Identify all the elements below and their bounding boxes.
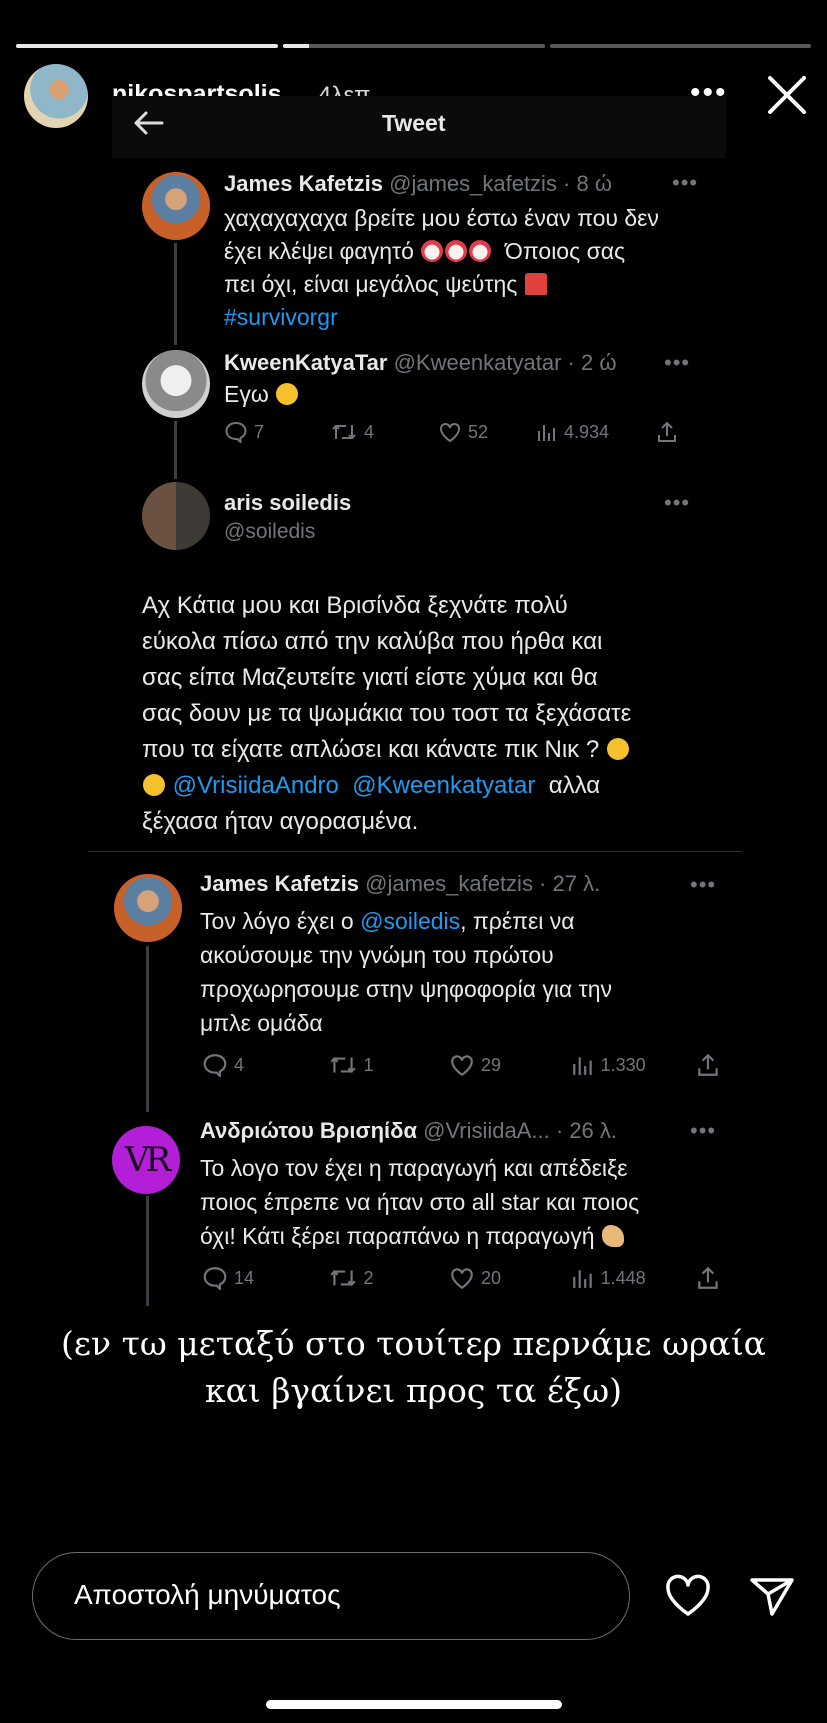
home-indicator	[266, 1700, 562, 1709]
tweet-more-icon: •••	[664, 490, 691, 515]
tweet-author: James Kafetzis @james_kafetzis · 27 λ.	[200, 871, 601, 896]
retweet-action: 2	[328, 1266, 450, 1290]
retweet-icon	[332, 424, 356, 440]
message-placeholder: Αποστολή μηνύματος	[74, 1579, 341, 1610]
tweet-author: KweenKatyaTar @Kweenkatyatar · 2 ώ	[224, 350, 617, 375]
send-icon[interactable]	[748, 1574, 796, 1618]
story-caption: (εν τω μεταξύ στο τουίτερ περνάμε ωραία …	[61, 1324, 766, 1410]
views-icon	[538, 425, 555, 441]
divider	[88, 851, 742, 852]
tweet-text: χαχαχαχαχα βρείτε μου έστω έναν που δεν …	[224, 205, 659, 330]
reply-icon	[203, 1054, 227, 1077]
tweet-author: Ανδριώτου Βρισηίδα @VrisiidaA... · 26 λ.	[200, 1118, 618, 1143]
retweet-icon	[329, 1057, 356, 1073]
clown-emoji-icon	[421, 240, 444, 262]
laughing-emoji-icon	[143, 774, 165, 796]
share-icon	[698, 1266, 718, 1289]
tweet-more-icon: •••	[672, 170, 699, 195]
tweet-more-icon: •••	[664, 350, 691, 375]
laughing-emoji-icon	[606, 738, 629, 760]
smirk-emoji-icon	[276, 383, 299, 405]
thread-line	[174, 243, 177, 345]
thread-line	[174, 421, 177, 479]
tweet-more-icon: •••	[690, 1118, 717, 1143]
avatar	[114, 874, 182, 942]
story-progress-1	[16, 44, 278, 48]
back-arrow-icon	[134, 111, 164, 135]
reply-icon	[203, 1267, 227, 1290]
reply-action: 14	[202, 1266, 328, 1290]
reply-action: 7	[224, 421, 330, 443]
retweet-icon	[329, 1270, 356, 1286]
tweet-text: Το λογο τον έχει η παραγωγή και απέδειξε…	[200, 1155, 640, 1249]
tweet-actions: 7 4 52 4.934	[224, 420, 684, 444]
share-icon	[658, 421, 676, 442]
story-avatar[interactable]	[24, 64, 88, 128]
tweet-handle: @soiledis	[224, 520, 316, 543]
clown-emoji-icon	[445, 240, 468, 262]
tweet-actions: 4 1 29 1.330	[202, 1052, 720, 1078]
avatar: VR	[112, 1126, 180, 1194]
views-icon	[572, 1057, 592, 1075]
views-action: 1.330	[571, 1053, 697, 1077]
tweet-text: Τον λόγο έχει ο @soiledis, πρέπει να ακο…	[200, 908, 612, 1036]
reply-icon	[225, 421, 247, 443]
like-action: 29	[449, 1053, 571, 1077]
flexed-biceps-emoji-icon	[601, 1225, 624, 1247]
avatar-initials: VR	[124, 1140, 171, 1180]
thread-line	[146, 946, 149, 1112]
views-action: 4.934	[536, 421, 656, 443]
tweet-text: Εγω	[224, 378, 299, 411]
retweet-action: 4	[330, 421, 438, 443]
heart-icon	[440, 422, 460, 443]
reply-action: 4	[202, 1053, 328, 1077]
avatar	[142, 172, 210, 240]
views-icon	[572, 1270, 592, 1288]
like-action: 52	[438, 421, 536, 443]
circus-tent-emoji-icon	[524, 273, 547, 295]
heart-icon	[451, 1055, 473, 1077]
heart-icon[interactable]	[664, 1574, 712, 1618]
clown-emoji-icon	[469, 240, 492, 262]
tweet-author: James Kafetzis @james_kafetzis · 8 ώ	[224, 171, 613, 196]
story-progress-2	[283, 44, 545, 48]
like-action: 20	[449, 1266, 571, 1290]
share-icon	[698, 1053, 718, 1076]
avatar	[142, 482, 210, 550]
thread-line	[146, 1196, 149, 1306]
close-icon[interactable]	[764, 72, 810, 118]
heart-icon	[451, 1268, 473, 1290]
story-progress-3	[550, 44, 811, 48]
retweet-action: 1	[328, 1053, 450, 1077]
tweet-more-icon: •••	[690, 872, 717, 897]
tweet-title: Tweet	[382, 110, 446, 136]
views-action: 1.448	[571, 1266, 697, 1290]
avatar	[142, 350, 210, 418]
tweet-author: aris soiledis	[224, 490, 352, 515]
tweet-actions: 14 2 20 1.448	[202, 1265, 720, 1291]
tweet-text: Αχ Κάτια μου και Βρισίνδα ξεχνάτε πολύ ε…	[142, 592, 632, 835]
